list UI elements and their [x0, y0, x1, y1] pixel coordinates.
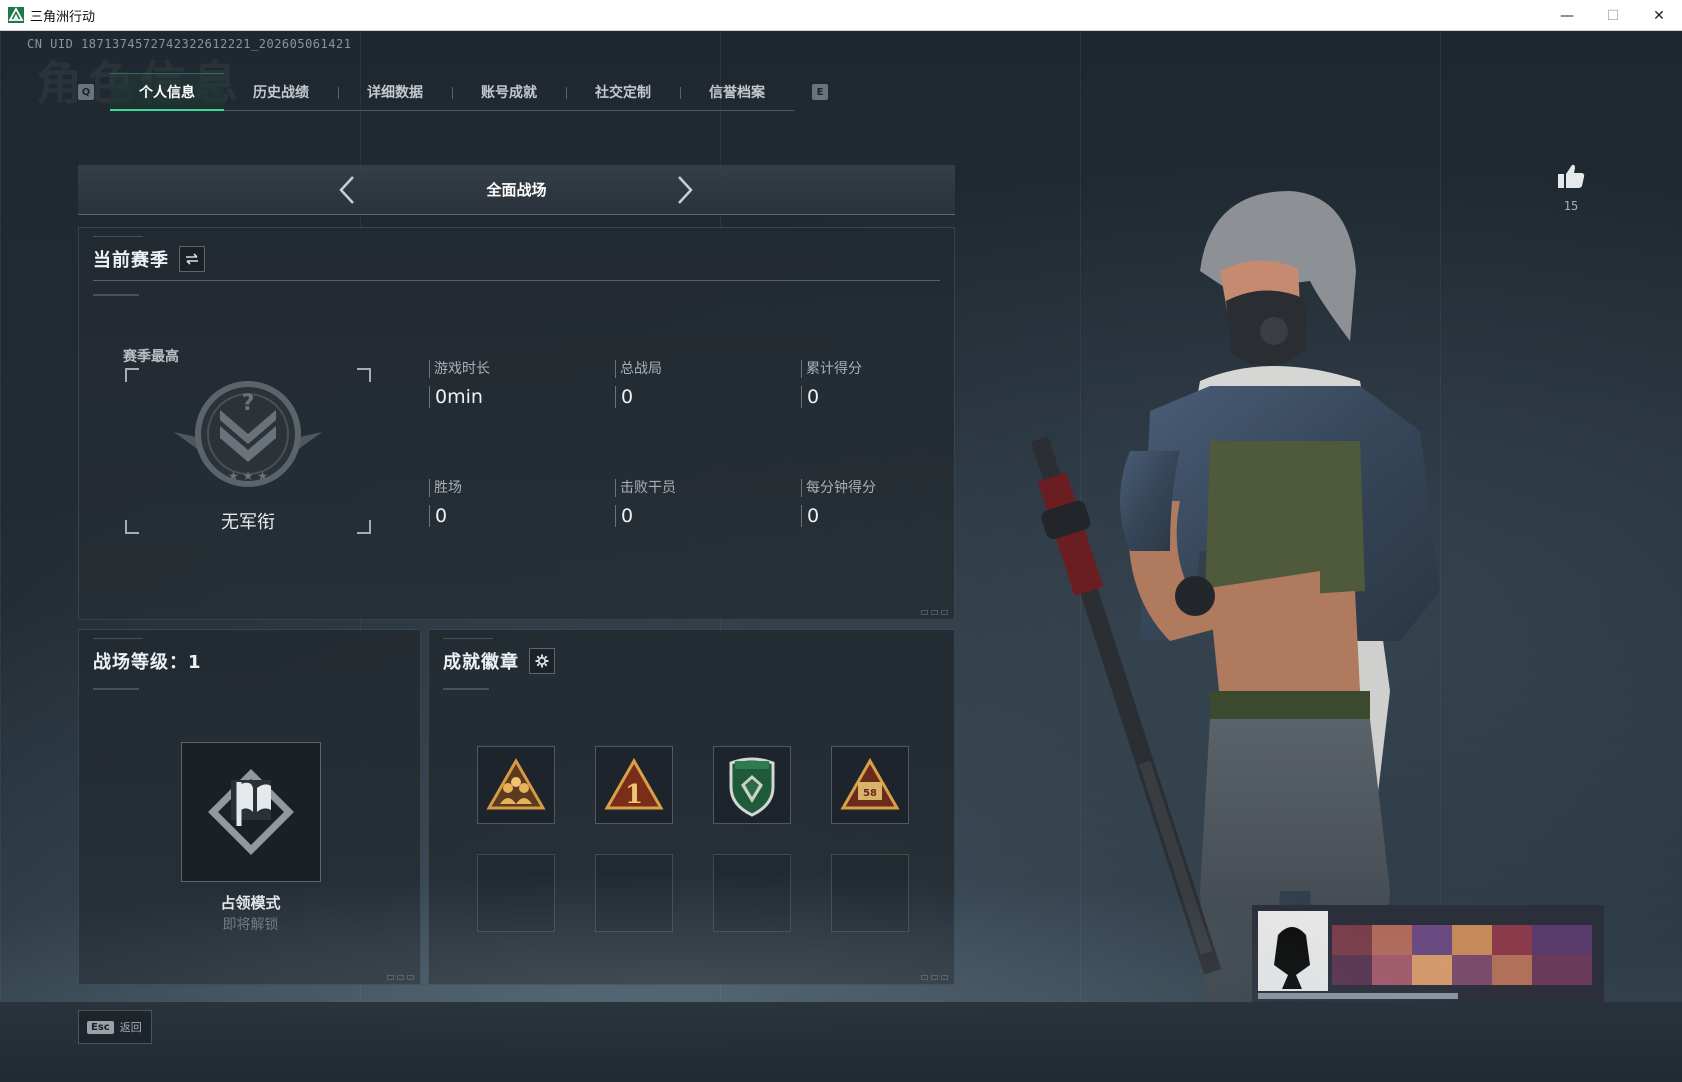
badge-slot[interactable]: 1 — [595, 746, 673, 824]
stat-label: 每分钟得分 — [801, 479, 961, 497]
stat-value: 0min — [429, 386, 589, 408]
frame-corner — [357, 368, 371, 382]
thumbs-up-icon — [1558, 164, 1585, 188]
stat-label: 累计得分 — [801, 360, 961, 378]
esc-keycap: Esc — [87, 1020, 114, 1034]
shield-emblem-badge-icon — [729, 757, 775, 817]
swap-icon[interactable] — [179, 246, 205, 272]
flag-diamond-icon — [208, 769, 294, 855]
stat-label: 胜场 — [429, 479, 589, 497]
stat-operators-defeated: 击败干员 0 — [615, 479, 775, 527]
stat-label: 击败干员 — [615, 479, 775, 497]
badge-sign-text: 58 — [863, 788, 877, 799]
player-card-pixelated — [1252, 905, 1604, 1005]
rank-emblem-icon: ? ★ ★ ★ — [174, 381, 322, 487]
tab-personal-info[interactable]: 个人信息 — [110, 73, 224, 111]
stat-score-per-minute: 每分钟得分 0 — [801, 479, 961, 527]
stat-play-time: 游戏时长 0min — [429, 360, 589, 408]
stat-value: 0 — [429, 505, 589, 527]
badge-slot-empty[interactable] — [477, 854, 555, 932]
stat-label: 总战局 — [615, 360, 775, 378]
tab-credit-record[interactable]: 信誉档案 — [680, 73, 794, 111]
sign-badge-icon: 58 — [840, 758, 900, 810]
panel-corner-deco — [921, 610, 948, 615]
season-header: 当前赛季 — [93, 246, 205, 272]
tab-detailed-data[interactable]: 详细数据 — [338, 73, 452, 111]
gear-icon[interactable] — [529, 648, 555, 674]
mode-selector: 全面战场 — [78, 165, 955, 215]
rank-one-badge-icon: 1 — [604, 758, 664, 810]
bottom-bar — [0, 1002, 1682, 1082]
panel-deco-line — [93, 638, 143, 639]
back-label: 返回 — [119, 1021, 142, 1034]
panel-corner-deco — [387, 975, 414, 980]
badge-slot[interactable] — [477, 746, 555, 824]
season-panel: 当前赛季 赛季最高 ? ★ ★ ★ 无军衔 游戏时长 0min 总战局 0 累计… — [78, 227, 955, 620]
badge-slot[interactable]: 58 — [831, 746, 909, 824]
window-title: 三角洲行动 — [30, 9, 96, 25]
rank-frame: ? ★ ★ ★ 无军衔 — [125, 368, 371, 534]
tab-list: 个人信息 历史战绩 详细数据 账号成就 社交定制 信誉档案 — [110, 73, 794, 111]
close-button[interactable]: ✕ — [1636, 0, 1682, 31]
level-title: 战场等级：1 — [93, 652, 202, 673]
player-uid: CN UID 1871374572742322612221_2026050614… — [27, 37, 352, 51]
panel-deco-line — [443, 688, 489, 690]
stat-wins: 胜场 0 — [429, 479, 589, 527]
level-header: 战场等级：1 — [93, 648, 202, 674]
minimize-button[interactable]: — — [1544, 0, 1590, 31]
squad-badge-icon — [486, 758, 546, 810]
stat-value: 0 — [801, 505, 961, 527]
panel-deco-line — [93, 236, 143, 237]
stat-total-matches: 总战局 0 — [615, 360, 775, 408]
rank-name: 无军衔 — [221, 512, 275, 533]
season-divider — [93, 280, 940, 281]
panel-deco-line — [93, 688, 139, 690]
badge-slot-empty[interactable] — [595, 854, 673, 932]
rank-label: 赛季最高 — [123, 349, 179, 365]
next-tab-key[interactable]: E — [812, 84, 828, 100]
occupation-mode-card[interactable] — [181, 742, 321, 882]
badge-slot-empty[interactable] — [831, 854, 909, 932]
window-titlebar: 三角洲行动 — ☐ ✕ — [0, 0, 1682, 31]
back-button[interactable]: Esc 返回 — [78, 1010, 152, 1044]
chevron-left-icon[interactable] — [332, 175, 362, 205]
panel-corner-deco — [921, 975, 948, 980]
battlefield-level-panel: 战场等级：1 占领模式 即将解锁 — [78, 629, 421, 985]
stat-label: 游戏时长 — [429, 360, 589, 378]
stat-value: 0 — [801, 386, 961, 408]
season-title: 当前赛季 — [93, 250, 169, 271]
like-count: 15 — [1563, 199, 1579, 213]
mode-name: 占领模式 — [220, 894, 281, 912]
badge-slot-empty[interactable] — [713, 854, 791, 932]
mode-title: 全面战场 — [486, 181, 547, 199]
tab-account-achievements[interactable]: 账号成就 — [452, 73, 566, 111]
tab-bar: Q 个人信息 历史战绩 详细数据 账号成就 社交定制 信誉档案 E — [78, 73, 828, 111]
achievement-panel: 成就徽章 1 58 — [428, 629, 955, 985]
stat-total-score: 累计得分 0 — [801, 360, 961, 408]
like-widget[interactable]: 15 — [1556, 163, 1586, 213]
panel-deco-line — [93, 294, 139, 296]
svg-text:★ ★ ★: ★ ★ ★ — [228, 469, 268, 483]
stat-value: 0 — [615, 386, 775, 408]
tab-social-customization[interactable]: 社交定制 — [566, 73, 680, 111]
frame-corner — [125, 368, 139, 382]
svg-text:?: ? — [242, 391, 255, 416]
chevron-right-icon[interactable] — [670, 175, 700, 205]
stat-value: 0 — [615, 505, 775, 527]
achievement-header: 成就徽章 — [443, 648, 555, 674]
mode-unlock-status: 即将解锁 — [222, 917, 279, 933]
maximize-button[interactable]: ☐ — [1590, 0, 1636, 31]
achievement-title: 成就徽章 — [443, 652, 519, 673]
game-viewport: 角色信息 CN UID 1871374572742322612221_20260… — [0, 31, 1682, 1082]
panel-deco-line — [443, 638, 493, 639]
app-logo-icon — [8, 7, 24, 23]
tab-match-history[interactable]: 历史战绩 — [224, 73, 338, 111]
badge-slot[interactable] — [713, 746, 791, 824]
prev-tab-key[interactable]: Q — [78, 84, 94, 100]
badge-number: 1 — [625, 780, 643, 810]
